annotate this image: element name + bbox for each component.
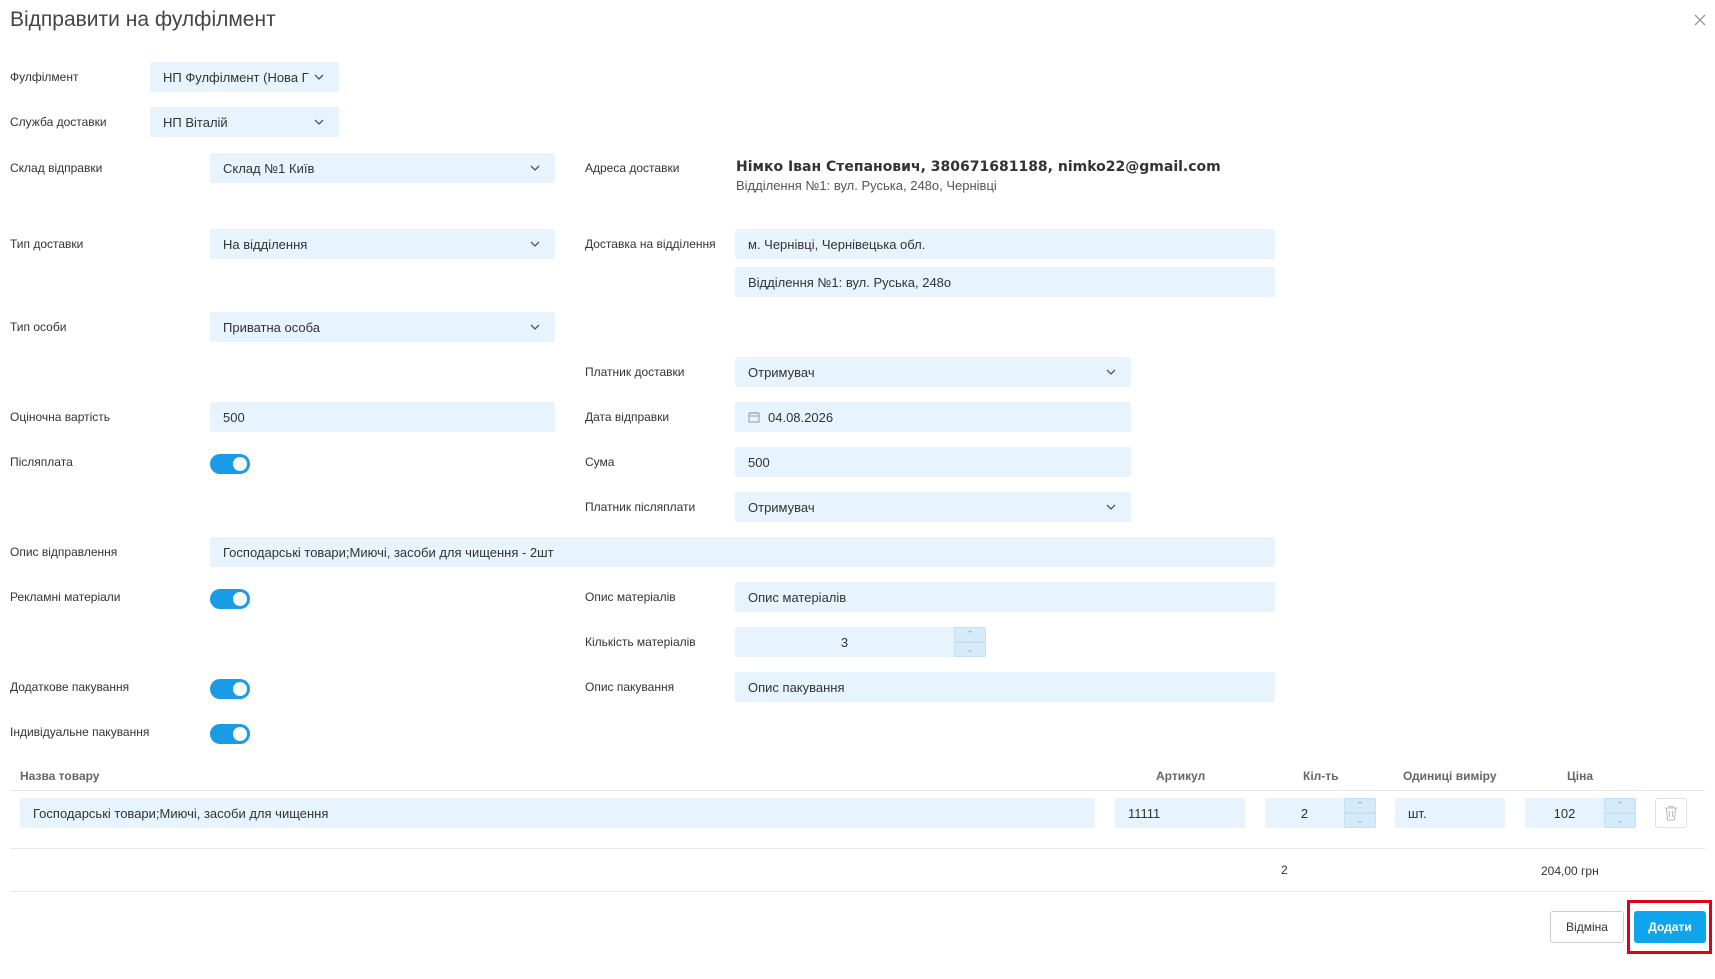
stepper-buttons: ⌃ ⌄ xyxy=(954,627,986,657)
chevron-down-icon xyxy=(312,115,326,129)
ship-date-input[interactable]: 04.08.2026 xyxy=(735,402,1131,432)
stepper-buttons: ⌃ ⌄ xyxy=(1344,798,1376,828)
delivery-address-label: Адреса доставки xyxy=(585,161,680,175)
recipient-branch: Відділення №1: вул. Руська, 248о, Чернів… xyxy=(736,178,997,193)
delivery-service-select[interactable]: НП Віталій xyxy=(150,107,339,137)
col-header-unit: Одиниці виміру xyxy=(1403,769,1497,783)
fulfillment-select[interactable]: НП Фулфілмент (Нова Г xyxy=(150,62,339,92)
ad-materials-toggle[interactable] xyxy=(210,589,250,609)
materials-qty-stepper[interactable]: 3 ⌃ ⌄ xyxy=(735,627,986,657)
branch-input[interactable]: Відділення №1: вул. Руська, 248о xyxy=(735,267,1275,297)
chevron-down-icon xyxy=(528,237,542,251)
qty-stepper[interactable]: 2 ⌃ ⌄ xyxy=(1265,798,1376,828)
cod-label: Післяплата xyxy=(10,455,73,469)
extra-packaging-toggle[interactable] xyxy=(210,679,250,699)
toggle-knob xyxy=(233,592,247,606)
cod-toggle[interactable] xyxy=(210,454,250,474)
cancel-button[interactable]: Відміна xyxy=(1550,911,1624,943)
calendar-icon xyxy=(748,411,760,423)
total-qty: 2 xyxy=(1281,863,1288,877)
delivery-service-label: Служба доставки xyxy=(10,115,107,129)
delivery-payer-select[interactable]: Отримувач xyxy=(735,357,1131,387)
col-header-sku: Артикул xyxy=(1156,769,1206,783)
toggle-knob xyxy=(233,727,247,741)
description-input[interactable]: Господарські товари;Миючі, засоби для чи… xyxy=(210,537,1275,567)
delivery-type-label: Тип доставки xyxy=(10,237,84,251)
chevron-down-icon xyxy=(528,320,542,334)
stepper-down-icon[interactable]: ⌄ xyxy=(1344,813,1376,828)
delivery-payer-label: Платник доставки xyxy=(585,365,685,379)
warehouse-select[interactable]: Склад №1 Київ xyxy=(210,153,555,183)
materials-description-label: Опис матеріалів xyxy=(585,590,676,604)
col-header-qty: Кіл-ть xyxy=(1303,769,1339,783)
person-type-label: Тип особи xyxy=(10,320,67,334)
cod-payer-label: Платник післяплати xyxy=(585,500,696,514)
toggle-knob xyxy=(233,682,247,696)
divider xyxy=(10,848,1705,849)
close-icon[interactable] xyxy=(1692,14,1708,30)
stepper-up-icon[interactable]: ⌃ xyxy=(1604,798,1636,813)
extra-packaging-label: Додаткове пакування xyxy=(10,680,130,694)
divider xyxy=(10,891,1705,892)
delivery-type-select[interactable]: На відділення xyxy=(210,229,555,259)
stepper-down-icon[interactable]: ⌄ xyxy=(1604,813,1636,828)
packaging-description-input[interactable]: Опис пакування xyxy=(735,672,1275,702)
stepper-down-icon[interactable]: ⌄ xyxy=(954,642,986,657)
toggle-knob xyxy=(233,457,247,471)
unit-input[interactable]: шт. xyxy=(1395,798,1505,828)
col-header-name: Назва товару xyxy=(20,769,100,783)
product-name-input[interactable]: Господарські товари;Миючі, засоби для чи… xyxy=(20,798,1095,828)
divider xyxy=(10,790,1705,791)
stepper-up-icon[interactable]: ⌃ xyxy=(1344,798,1376,813)
packaging-description-label: Опис пакування xyxy=(585,680,675,694)
sku-input[interactable]: 11111 xyxy=(1115,798,1245,828)
col-header-price: Ціна xyxy=(1567,769,1594,783)
chevron-down-icon xyxy=(528,161,542,175)
sum-input[interactable]: 500 xyxy=(735,447,1131,477)
trash-icon xyxy=(1664,805,1678,821)
individual-packaging-label: Індивідуальне пакування xyxy=(10,725,150,739)
materials-qty-label: Кількість матеріалів xyxy=(585,635,696,649)
stepper-up-icon[interactable]: ⌃ xyxy=(954,627,986,642)
description-label: Опис відправлення xyxy=(10,545,118,559)
chevron-down-icon xyxy=(312,70,326,84)
stepper-buttons: ⌃ ⌄ xyxy=(1604,798,1636,828)
total-sum: 204,00 грн xyxy=(1541,864,1599,878)
cod-payer-select[interactable]: Отримувач xyxy=(735,492,1131,522)
fulfillment-label: Фулфілмент xyxy=(10,70,79,84)
chevron-down-icon xyxy=(1104,500,1118,514)
add-button[interactable]: Додати xyxy=(1634,911,1706,943)
sum-label: Сума xyxy=(585,455,615,469)
ship-date-label: Дата відправки xyxy=(585,410,670,424)
warehouse-label: Склад відправки xyxy=(10,161,103,175)
city-input[interactable]: м. Чернівці, Чернівецька обл. xyxy=(735,229,1275,259)
delete-row-button[interactable] xyxy=(1655,798,1687,828)
recipient-info: Німко Іван Степанович, 380671681188, nim… xyxy=(736,159,1221,175)
price-stepper[interactable]: 102 ⌃ ⌄ xyxy=(1525,798,1636,828)
estimated-value-label: Оціночна вартість xyxy=(10,410,111,424)
person-type-select[interactable]: Приватна особа xyxy=(210,312,555,342)
individual-packaging-toggle[interactable] xyxy=(210,724,250,744)
dialog-title: Відправити на фулфілмент xyxy=(10,8,276,31)
ad-materials-label: Рекламні матеріали xyxy=(10,590,121,604)
estimated-value-input[interactable]: 500 xyxy=(210,402,555,432)
branch-delivery-label: Доставка на відділення xyxy=(585,237,716,251)
materials-description-input[interactable]: Опис матеріалів xyxy=(735,582,1275,612)
chevron-down-icon xyxy=(1104,365,1118,379)
